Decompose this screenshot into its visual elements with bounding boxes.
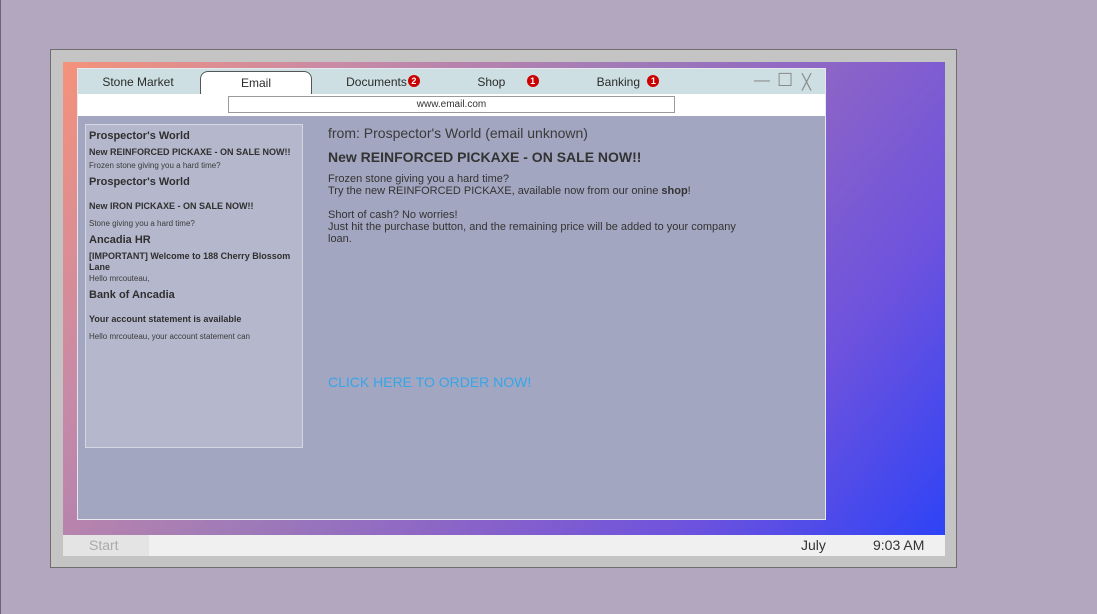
mail-sender: Prospector's World	[89, 130, 190, 142]
tab-label: Shop	[477, 75, 506, 89]
url-input[interactable]: www.email.com	[228, 96, 675, 113]
mail-subject: New REINFORCED PICKAXE - ON SALE NOW!!	[89, 147, 291, 157]
body-line: Try the new REINFORCED PICKAXE, availabl…	[328, 185, 748, 197]
tab-label: Documents	[346, 75, 407, 89]
taskbar-clock: 9:03 AM	[873, 537, 925, 553]
inbox-item[interactable]: Prospector's World New IRON PICKAXE - ON…	[89, 176, 302, 228]
inbox-item[interactable]: Ancadia HR [IMPORTANT] Welcome to 188 Ch…	[89, 234, 302, 283]
screen-edge-line	[0, 0, 1, 614]
body-line: Just hit the purchase button, and the re…	[328, 221, 736, 245]
tab-label: Email	[240, 76, 271, 90]
taskbar-month: July	[801, 537, 826, 553]
tab-label: Stone Market	[102, 75, 174, 89]
notification-badge: 1	[526, 75, 539, 87]
close-icon[interactable]: ╳	[802, 73, 811, 91]
message-body: Frozen stone giving you a hard time? Try…	[328, 173, 748, 245]
tab-label: Banking	[596, 75, 641, 89]
tab-banking[interactable]: Banking 1	[573, 69, 683, 94]
mail-preview: Frozen stone giving you a hard time?	[89, 161, 221, 170]
mail-subject: New IRON PICKAXE - ON SALE NOW!!	[89, 201, 254, 211]
start-button[interactable]: Start	[63, 535, 149, 556]
message-from: from: Prospector's World (email unknown)	[328, 125, 588, 141]
message-reader: from: Prospector's World (email unknown)…	[328, 125, 748, 245]
taskbar: Start July 9:03 AM	[63, 535, 945, 556]
shop-link[interactable]: shop	[661, 185, 687, 197]
body-line: Frozen stone giving you a hard time?	[328, 173, 509, 185]
order-now-link[interactable]: CLICK HERE TO ORDER NOW!	[328, 374, 531, 390]
tab-stone-market[interactable]: Stone Market	[88, 69, 188, 94]
mail-preview: Hello mrcouteau, your account statement …	[89, 332, 250, 341]
body-text: !	[687, 185, 691, 197]
notification-badge: 2	[407, 75, 420, 87]
mail-sender: Prospector's World	[89, 176, 190, 188]
mail-sender: Ancadia HR	[89, 234, 151, 246]
mail-subject: Your account statement is available	[89, 314, 242, 324]
message-subject: New REINFORCED PICKAXE - ON SALE NOW!!	[328, 149, 642, 165]
browser-window: Stone Market Email Documents 2 Shop 1 Ban…	[77, 68, 826, 520]
inbox-item[interactable]: Prospector's World New REINFORCED PICKAX…	[89, 130, 302, 170]
tab-bar: Stone Market Email Documents 2 Shop 1 Ban…	[78, 69, 825, 94]
tab-shop[interactable]: Shop 1	[458, 69, 558, 94]
inbox-item[interactable]: Bank of Ancadia Your account statement i…	[89, 289, 302, 341]
notification-badge: 1	[647, 75, 660, 87]
mail-subject: [IMPORTANT] Welcome to 188 Cherry Blosso…	[89, 251, 291, 272]
maximize-icon[interactable]: ☐	[777, 70, 793, 91]
minimize-icon[interactable]: —	[754, 72, 770, 90]
tab-email[interactable]: Email	[200, 71, 312, 94]
address-bar: www.email.com	[78, 94, 825, 116]
mail-preview: Hello mrcouteau,	[89, 274, 150, 283]
tab-documents[interactable]: Documents 2	[328, 69, 438, 94]
body-text: Try the new REINFORCED PICKAXE, availabl…	[328, 185, 662, 197]
mail-sender: Bank of Ancadia	[89, 289, 175, 301]
body-line: Short of cash? No worries!	[328, 209, 458, 221]
inbox-list: Prospector's World New REINFORCED PICKAX…	[85, 124, 303, 448]
mail-preview: Stone giving you a hard time?	[89, 219, 195, 228]
